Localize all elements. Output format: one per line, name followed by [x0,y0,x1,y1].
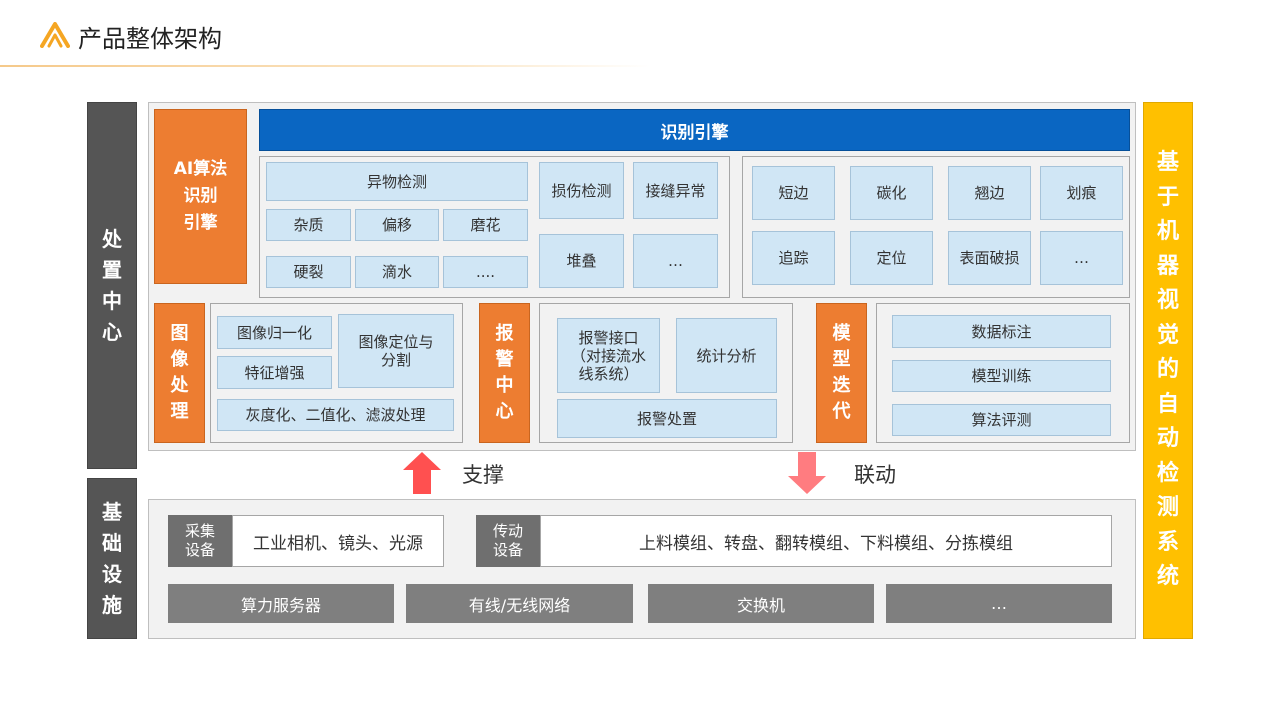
cell-surface-break: 表面破损 [948,231,1031,285]
label-line: 传动 [492,522,523,540]
processing-center-label: 处置中心 [87,102,137,469]
cell-drip: 滴水 [355,256,439,288]
cell-normalize: 图像归一化 [217,316,332,349]
vertical-char: 处 [170,375,189,396]
vertical-char: 心 [102,319,122,344]
cell-warp-edge: 翘边 [948,166,1031,220]
vertical-char: 基 [1156,150,1179,176]
vertical-char: 视 [1156,288,1179,314]
label-line: 设备 [184,541,215,559]
cell-statistics: 统计分析 [676,318,777,393]
arrow-down-icon [788,452,826,494]
arrow-up-icon [403,452,441,494]
compute-server: 算力服务器 [168,584,394,623]
cell-trace: 追踪 [752,231,835,285]
vertical-char: 统 [1156,564,1179,590]
vertical-char: 的 [1156,357,1179,383]
vertical-char: 施 [102,592,122,617]
vertical-char: 设 [102,561,122,586]
vertical-char: 模 [832,323,851,344]
image-processing-label: 图像处理 [154,303,205,443]
vertical-char: 迭 [832,375,851,396]
cell-seam: 接缝异常 [633,162,718,219]
header-divider [0,65,650,67]
cell-training: 模型训练 [892,360,1111,392]
page-title: 产品整体架构 [78,25,222,53]
cell-feature-enhance: 特征增强 [217,356,332,389]
vertical-char: 理 [170,401,189,422]
vertical-char: 处 [102,226,122,251]
ai-engine-label: AI算法 识别 引擎 [154,109,247,284]
vertical-char: 自 [1156,391,1179,417]
cell-grinding: 磨花 [443,209,528,241]
vertical-char: 中 [102,288,122,313]
recognition-engine-header: 识别引擎 [259,109,1130,151]
vertical-char: 基 [102,499,122,524]
cell-locate: 定位 [850,231,933,285]
vertical-char: 置 [102,257,122,282]
vertical-char: 机 [1156,219,1179,245]
cell-alarm-interface: 报警接口 （对接流水 线系统） [557,318,660,393]
cell-offset: 偏移 [355,209,439,241]
support-label: 支撑 [462,463,504,487]
cell-crack: 硬裂 [266,256,351,288]
cell-annotation: 数据标注 [892,315,1111,348]
label-line: 采集 [184,522,215,540]
cell-grayscale: 灰度化、二值化、滤波处理 [217,399,454,431]
vertical-char: 器 [1156,253,1179,279]
cell-scratch: 划痕 [1040,166,1123,220]
alarm-center-label: 报警中心 [479,303,530,443]
cell-more: … [1040,231,1123,285]
cell-damage: 损伤检测 [539,162,624,219]
linkage-label: 联动 [854,463,896,487]
vertical-char: 代 [832,401,851,422]
capture-device-label: 采集 设备 [168,515,232,567]
vertical-char: 检 [1156,460,1179,486]
vertical-char: 测 [1156,495,1179,521]
cell-more: .... [443,256,528,288]
cell-foreign-matter: 异物检测 [266,162,528,201]
cell-short-edge: 短边 [752,166,835,220]
vertical-char: 中 [495,375,514,396]
logo-icon [40,22,70,48]
cell-alarm-handling: 报警处置 [557,399,777,438]
vertical-char: 图 [170,323,189,344]
vertical-char: 动 [1156,426,1179,452]
vertical-char: 于 [1156,184,1179,210]
cell-more: … [633,234,718,288]
infra-more: … [886,584,1112,623]
cell-stack: 堆叠 [539,234,624,288]
system-label: 基于机器视觉的自动检测系统 [1143,102,1193,639]
vertical-char: 警 [495,349,514,370]
vertical-char: 觉 [1156,322,1179,348]
vertical-char: 像 [170,349,189,370]
cell-evaluation: 算法评测 [892,404,1111,436]
label-line: 设备 [492,541,523,559]
cell-carbonize: 碳化 [850,166,933,220]
vertical-char: 础 [102,530,122,555]
cell-impurity: 杂质 [266,209,351,241]
vertical-char: 心 [495,401,514,422]
switch: 交换机 [648,584,874,623]
network: 有线/无线网络 [406,584,633,623]
vertical-char: 型 [832,349,851,370]
cell-locate-segment: 图像定位与 分割 [338,314,454,388]
vertical-char: 报 [495,323,514,344]
infrastructure-label: 基础设施 [87,478,137,639]
model-iteration-label: 模型迭代 [816,303,867,443]
capture-device-value: 工业相机、镜头、光源 [232,515,444,567]
drive-device-value: 上料模组、转盘、翻转模组、下料模组、分拣模组 [540,515,1112,567]
drive-device-label: 传动 设备 [476,515,540,567]
vertical-char: 系 [1156,529,1179,555]
